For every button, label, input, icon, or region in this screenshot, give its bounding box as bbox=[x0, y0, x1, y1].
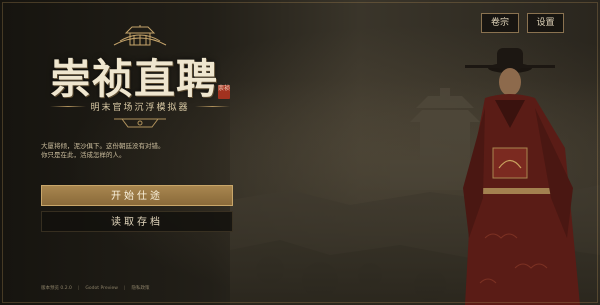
subtitle-divider-left bbox=[50, 105, 86, 107]
footer-separator: | bbox=[77, 285, 80, 291]
intro-text: 大厦将倾，泥沙俱下。这份朝廷没有对错。 你只是在此，活成怎样的人。 bbox=[41, 142, 241, 160]
footer: 版本预览 0.2.0 | Godot Preview | 隐私政策 bbox=[41, 283, 150, 293]
official-character-illustration bbox=[455, 38, 595, 305]
logo-base-ornament-icon bbox=[114, 118, 166, 128]
title-screen: 卷宗 设置 崇祯直聘 崇祯 明末官场沉浮模拟器 大厦将倾，泥沙俱下。这份朝廷没有… bbox=[0, 0, 600, 305]
game-subtitle: 明末官场沉浮模拟器 bbox=[90, 102, 190, 113]
start-career-button[interactable]: 开始仕途 bbox=[41, 185, 233, 206]
build-label: Godot Preview bbox=[85, 285, 118, 291]
settings-button[interactable]: 设置 bbox=[527, 13, 564, 33]
privacy-link[interactable]: 隐私政策 bbox=[132, 285, 150, 291]
version-label: 版本预览 0.2.0 bbox=[41, 286, 72, 291]
intro-line: 你只是在此，活成怎样的人。 bbox=[41, 151, 126, 159]
subtitle-banner: 明末官场沉浮模拟器 bbox=[50, 97, 231, 115]
archive-button[interactable]: 卷宗 bbox=[481, 13, 519, 33]
load-save-button[interactable]: 读取存档 bbox=[41, 211, 233, 232]
intro-line: 大厦将倾，泥沙俱下。这份朝廷没有对错。 bbox=[41, 142, 165, 150]
footer-separator: | bbox=[123, 285, 126, 291]
game-logo: 崇祯直聘 崇祯 明末官场沉浮模拟器 bbox=[40, 25, 240, 135]
subtitle-divider-right bbox=[194, 105, 231, 107]
